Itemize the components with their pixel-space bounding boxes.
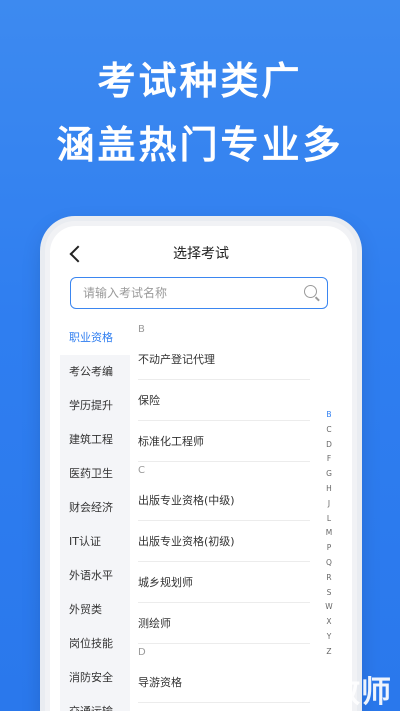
watermark-text: 教师 [330, 675, 392, 710]
sidebar-item-foreign-trade[interactable]: 外贸类 [60, 593, 130, 627]
index-letter[interactable]: J [324, 497, 334, 512]
phone-mockup: 选择考试 职业资格 考公考编 学历提升 建筑工程 医药卫生 财会经济 IT认证 … [45, 221, 357, 711]
index-letter[interactable]: L [324, 512, 334, 527]
headline-line-1: 考试种类广 [97, 59, 303, 103]
index-letter[interactable]: R [324, 571, 334, 586]
headline-line-2: 涵盖热门专业多 [56, 123, 344, 167]
index-letter[interactable]: F [324, 452, 334, 467]
exam-list: B 不动产登记代理 保险 标准化工程师 C 出版专业资格(中级) 出版专业资格(… [138, 321, 310, 711]
index-letter[interactable]: H [324, 482, 334, 497]
sidebar-item-civil-service[interactable]: 考公考编 [60, 355, 130, 389]
list-item[interactable]: 导游资格 [138, 662, 310, 703]
index-letter[interactable]: D [324, 438, 334, 453]
sidebar-item-academic[interactable]: 学历提升 [60, 389, 130, 423]
category-sidebar: 职业资格 考公考编 学历提升 建筑工程 医药卫生 财会经济 IT认证 外语水平 … [60, 321, 130, 711]
index-letter[interactable]: G [324, 467, 334, 482]
index-letter[interactable]: S [324, 586, 334, 601]
search-box[interactable] [70, 277, 328, 309]
list-item[interactable]: 出版专业资格(中级) [138, 480, 310, 521]
index-letter[interactable]: B [324, 408, 334, 423]
index-letter[interactable]: W [324, 600, 334, 615]
index-letter[interactable]: X [324, 615, 334, 630]
index-letter[interactable]: M [324, 526, 334, 541]
alphabet-index-bar[interactable]: B C D F G H J L M P Q R S W X Y Z [324, 408, 334, 660]
list-item[interactable]: 标准化工程师 [138, 421, 310, 462]
index-letter[interactable]: P [324, 541, 334, 556]
list-item[interactable]: 出版专业资格(初级) [138, 521, 310, 562]
group-letter: C [138, 465, 145, 476]
sidebar-item-it-cert[interactable]: IT认证 [60, 525, 130, 559]
sidebar-item-medical[interactable]: 医药卫生 [60, 457, 130, 491]
search-icon[interactable] [304, 285, 317, 298]
sidebar-item-construction[interactable]: 建筑工程 [60, 423, 130, 457]
sidebar-item-job-skills[interactable]: 岗位技能 [60, 627, 130, 661]
index-letter[interactable]: Y [324, 630, 334, 645]
sidebar-item-transport[interactable]: 交通运输 [60, 695, 130, 711]
list-item[interactable]: 测绘师 [138, 603, 310, 644]
list-item[interactable]: 不动产登记代理 [138, 339, 310, 380]
list-item[interactable]: 城乡规划师 [138, 562, 310, 603]
list-item[interactable]: 保险 [138, 380, 310, 421]
sidebar-item-professional-qualification[interactable]: 职业资格 [60, 321, 130, 355]
nav-bar: 选择考试 [50, 226, 352, 282]
index-letter[interactable]: Q [324, 556, 334, 571]
sidebar-item-language[interactable]: 外语水平 [60, 559, 130, 593]
group-letter: D [138, 647, 146, 658]
sidebar-item-fire-safety[interactable]: 消防安全 [60, 661, 130, 695]
group-letter: B [138, 324, 145, 335]
index-letter[interactable]: Z [324, 645, 334, 660]
phone-screen: 选择考试 职业资格 考公考编 学历提升 建筑工程 医药卫生 财会经济 IT认证 … [50, 226, 352, 711]
page-title: 选择考试 [173, 246, 229, 262]
sidebar-item-finance[interactable]: 财会经济 [60, 491, 130, 525]
index-letter[interactable]: C [324, 423, 334, 438]
search-input[interactable] [83, 278, 293, 307]
